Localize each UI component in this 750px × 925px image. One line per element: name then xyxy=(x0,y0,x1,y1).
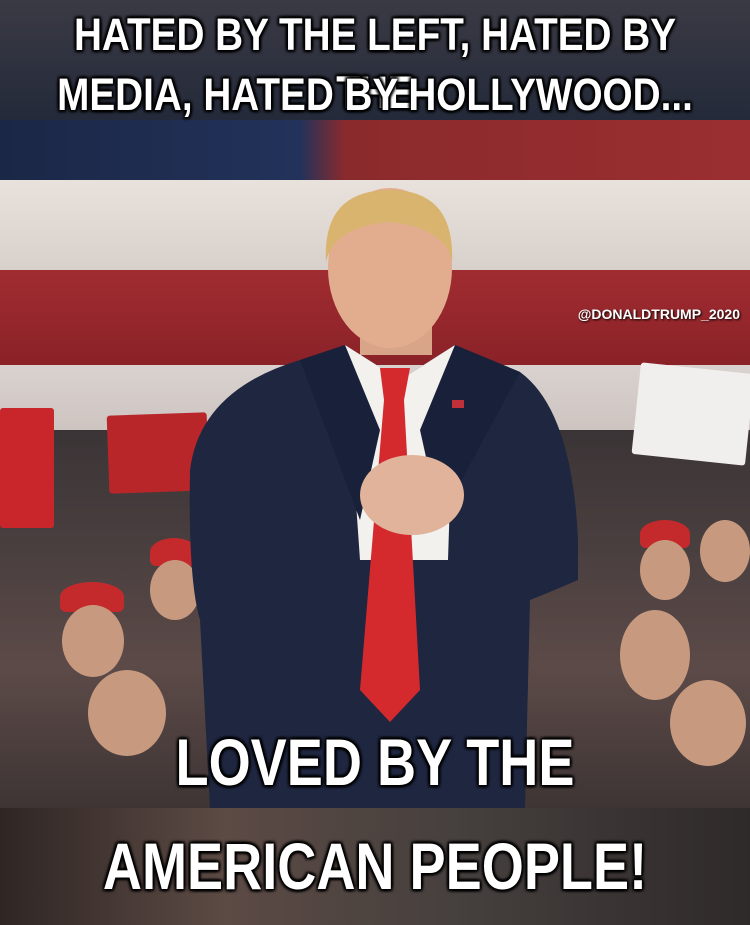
watermark-handle: @DONALDTRUMP_2020 xyxy=(577,306,740,322)
clasped-hands xyxy=(360,455,464,535)
top-caption-line-2: MEDIA, HATED BY HOLLYWOOD... xyxy=(57,69,693,120)
bottom-caption-line-2: AMERICAN PEOPLE! xyxy=(102,829,648,903)
bottom-caption-line-1: LOVED BY THE xyxy=(175,725,575,799)
flag-pin-icon xyxy=(452,400,464,408)
meme-image: HATED BY THE LEFT, HATED BY THE MEDIA, H… xyxy=(0,0,750,925)
